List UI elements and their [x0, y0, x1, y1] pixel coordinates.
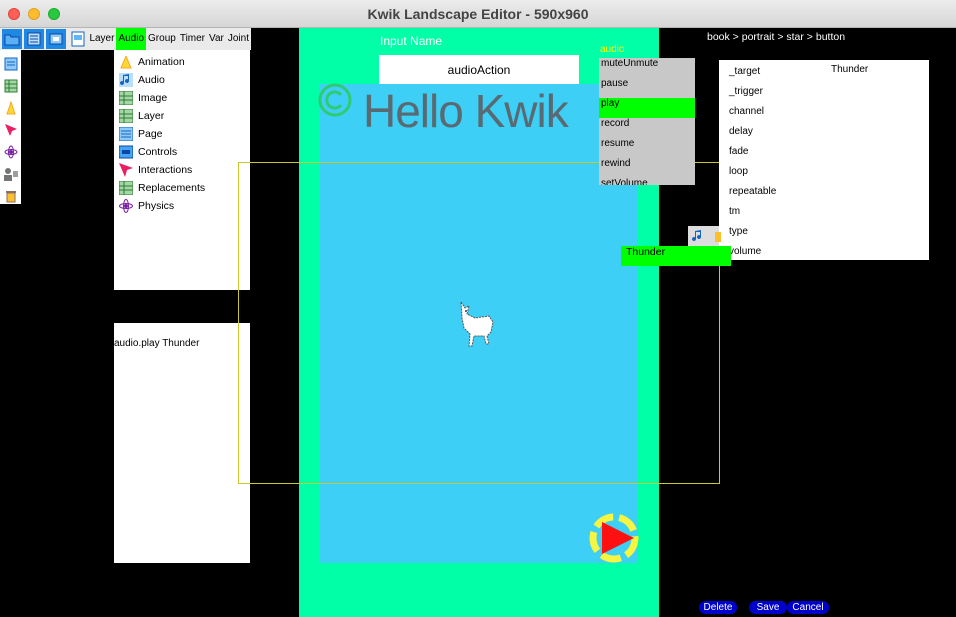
- menu-item-page[interactable]: Page: [114, 125, 250, 143]
- menu-item-audio[interactable]: Audio: [114, 71, 250, 89]
- screen-icon[interactable]: [45, 29, 66, 49]
- prop-delay[interactable]: delay: [729, 126, 753, 137]
- menu-item-label: Interactions: [138, 164, 193, 176]
- prop-trigger[interactable]: _trigger: [729, 86, 763, 97]
- left-toolbar: [0, 50, 21, 204]
- save-button[interactable]: Save: [749, 601, 787, 614]
- pointer-icon[interactable]: [3, 122, 19, 138]
- tab-layer[interactable]: Layer: [87, 28, 116, 50]
- users-icon[interactable]: [3, 166, 19, 182]
- trash-icon[interactable]: [715, 229, 721, 243]
- animation-icon[interactable]: [3, 100, 19, 116]
- page-icon[interactable]: [3, 56, 19, 72]
- tab-timer[interactable]: Timer: [178, 28, 207, 50]
- audio-action-record[interactable]: record: [599, 118, 695, 138]
- properties-panel: _target Thunder _trigger channel delay f…: [719, 60, 929, 260]
- hello-kwik-text[interactable]: Hello Kwik: [363, 84, 569, 138]
- menu-item-label: Image: [138, 92, 168, 104]
- audio-action-rewind[interactable]: rewind: [599, 158, 695, 178]
- prop-target-value[interactable]: Thunder: [831, 64, 868, 75]
- prop-repeatable[interactable]: repeatable: [729, 186, 776, 197]
- grid-icon[interactable]: [3, 78, 19, 94]
- tab-joint[interactable]: Joint: [226, 28, 251, 50]
- tab-group[interactable]: Group: [146, 28, 178, 50]
- menu-item-label: Replacements: [138, 182, 206, 194]
- prop-volume[interactable]: volume: [729, 246, 761, 257]
- menu-item-label: Audio: [138, 74, 165, 86]
- prop-target[interactable]: _target: [729, 66, 760, 77]
- controls-icon: [118, 144, 134, 160]
- prop-loop[interactable]: loop: [729, 166, 748, 177]
- input-name-label: Input Name: [380, 34, 443, 48]
- editor-window: Kwik Landscape Editor - 590x960 Layer Au…: [0, 0, 956, 617]
- audio-action-pause[interactable]: pause: [599, 78, 695, 98]
- menu-item-interactions[interactable]: Interactions: [114, 161, 250, 179]
- tab-var[interactable]: Var: [207, 28, 226, 50]
- audio-actions-label: audio: [600, 44, 625, 55]
- menu-item-label: Layer: [138, 110, 165, 122]
- image-icon: [118, 90, 134, 106]
- delete-button[interactable]: Delete: [699, 601, 737, 614]
- title-bar: Kwik Landscape Editor - 590x960: [0, 0, 956, 28]
- page-icon: [118, 126, 134, 142]
- asset-icons: [688, 226, 721, 246]
- physics-icon: [118, 198, 134, 214]
- audio-action-mute-unmute[interactable]: muteUnmute: [599, 58, 695, 78]
- audio-icon[interactable]: [691, 229, 705, 243]
- document-icon[interactable]: [68, 29, 88, 49]
- window-title: Kwik Landscape Editor - 590x960: [367, 6, 589, 22]
- menu-item-label: Physics: [138, 200, 175, 212]
- menu-item-label: Controls: [138, 146, 178, 158]
- folder-icon[interactable]: [2, 29, 22, 49]
- audio-actions-list: muteUnmute pause play record resume rewi…: [599, 58, 695, 185]
- layer-menu: Animation Audio Image Layer Page Control…: [114, 50, 250, 290]
- action-name-input[interactable]: [379, 55, 579, 84]
- menu-item-image[interactable]: Image: [114, 89, 250, 107]
- log-line[interactable]: audio.play Thunder: [114, 338, 250, 349]
- audio-icon: [118, 72, 134, 88]
- breadcrumb[interactable]: book > portrait > star > button: [707, 31, 845, 43]
- tab-audio[interactable]: Audio: [116, 28, 147, 50]
- list-view-icon[interactable]: [23, 29, 44, 49]
- audio-action-set-volume[interactable]: setVolume: [599, 178, 695, 185]
- toolbar: Layer Audio Group Timer Var Joint: [0, 28, 251, 50]
- menu-item-layer[interactable]: Layer: [114, 107, 250, 125]
- selected-asset[interactable]: Thunder: [621, 246, 731, 266]
- audio-action-resume[interactable]: resume: [599, 138, 695, 158]
- prop-channel[interactable]: channel: [729, 106, 764, 117]
- action-log-panel: audio.play Thunder: [114, 323, 250, 563]
- trash-icon[interactable]: [3, 188, 19, 204]
- menu-item-animation[interactable]: Animation: [114, 53, 250, 71]
- physics-icon[interactable]: [3, 144, 19, 160]
- layer-icon: [118, 108, 134, 124]
- prop-type[interactable]: type: [729, 226, 748, 237]
- selection-rectangle[interactable]: [238, 162, 720, 484]
- menu-item-label: Page: [138, 128, 163, 140]
- copyright-icon: [318, 83, 352, 117]
- menu-item-replacements[interactable]: Replacements: [114, 179, 250, 197]
- replacements-icon: [118, 180, 134, 196]
- menu-item-physics[interactable]: Physics: [114, 197, 250, 215]
- prop-tm[interactable]: tm: [729, 206, 740, 217]
- prop-fade[interactable]: fade: [729, 146, 748, 157]
- cancel-button[interactable]: Cancel: [787, 601, 829, 614]
- play-button[interactable]: [588, 512, 640, 564]
- audio-action-play[interactable]: play: [599, 98, 695, 118]
- menu-item-controls[interactable]: Controls: [114, 143, 250, 161]
- menu-item-label: Animation: [138, 56, 185, 68]
- interactions-icon: [118, 162, 134, 178]
- animation-icon: [118, 54, 134, 70]
